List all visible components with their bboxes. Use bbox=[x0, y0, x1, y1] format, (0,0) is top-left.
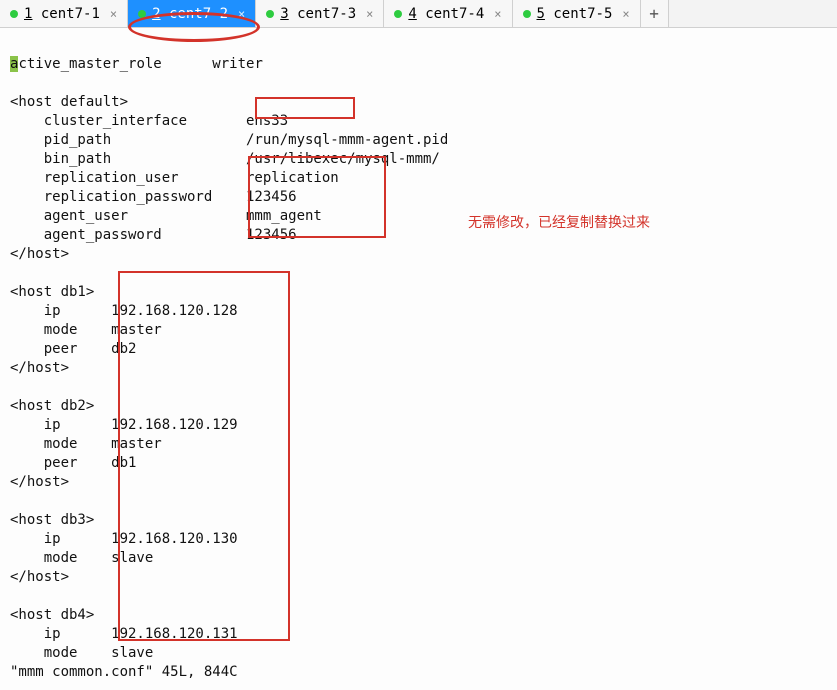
terminal-line: </host> bbox=[10, 474, 69, 490]
close-icon[interactable]: × bbox=[366, 7, 373, 21]
terminal-line: active_master_role writer bbox=[10, 56, 263, 72]
tab-number: 2 cent7-2 bbox=[152, 6, 228, 22]
terminal-line: mode slave bbox=[10, 550, 153, 566]
status-dot-icon bbox=[523, 10, 531, 18]
terminal-line: <host db1> bbox=[10, 284, 94, 300]
annotation-text: 无需修改，已经复制替换过来 bbox=[468, 212, 650, 232]
tab-number: 1 cent7-1 bbox=[24, 6, 100, 22]
terminal-line: peer db2 bbox=[10, 341, 136, 357]
terminal-line: replication_password 123456 bbox=[10, 189, 297, 205]
terminal-output[interactable]: active_master_role writer <host default>… bbox=[0, 28, 837, 690]
close-icon[interactable]: × bbox=[238, 7, 245, 21]
status-dot-icon bbox=[10, 10, 18, 18]
close-icon[interactable]: × bbox=[622, 7, 629, 21]
terminal-line: pid_path /run/mysql-mmm-agent.pid bbox=[10, 132, 448, 148]
terminal-line: <host db2> bbox=[10, 398, 94, 414]
terminal-line: bin_path /usr/libexec/mysql-mmm/ bbox=[10, 151, 440, 167]
tab-number: 3 cent7-3 bbox=[280, 6, 356, 22]
tab-cent7-2[interactable]: 2 cent7-2 × bbox=[128, 0, 256, 27]
tab-bar: 1 cent7-1 × 2 cent7-2 × 3 cent7-3 × 4 ce… bbox=[0, 0, 837, 28]
status-dot-icon bbox=[266, 10, 274, 18]
terminal-line: <host db3> bbox=[10, 512, 94, 528]
tab-cent7-4[interactable]: 4 cent7-4 × bbox=[384, 0, 512, 27]
status-dot-icon bbox=[394, 10, 402, 18]
terminal-line: ip 192.168.120.131 bbox=[10, 626, 238, 642]
terminal-line: </host> bbox=[10, 569, 69, 585]
close-icon[interactable]: × bbox=[110, 7, 117, 21]
tab-cent7-3[interactable]: 3 cent7-3 × bbox=[256, 0, 384, 27]
terminal-line: peer db1 bbox=[10, 455, 136, 471]
terminal-line: agent_password 123456 bbox=[10, 227, 297, 243]
status-line: "mmm common.conf" 45L, 844C bbox=[10, 664, 238, 680]
terminal-line: cluster_interface ens33 bbox=[10, 113, 288, 129]
tab-cent7-1[interactable]: 1 cent7-1 × bbox=[0, 0, 128, 27]
terminal-line: mode master bbox=[10, 322, 162, 338]
add-tab-button[interactable]: + bbox=[641, 0, 669, 27]
terminal-line: ip 192.168.120.130 bbox=[10, 531, 238, 547]
terminal-line: </host> bbox=[10, 246, 69, 262]
terminal-line: <host db4> bbox=[10, 607, 94, 623]
close-icon[interactable]: × bbox=[494, 7, 501, 21]
terminal-line: ip 192.168.120.129 bbox=[10, 417, 238, 433]
tab-cent7-5[interactable]: 5 cent7-5 × bbox=[513, 0, 641, 27]
terminal-line: mode slave bbox=[10, 645, 153, 661]
terminal-line: <host default> bbox=[10, 94, 128, 110]
terminal-line: </host> bbox=[10, 360, 69, 376]
status-dot-icon bbox=[138, 10, 146, 18]
terminal-line: agent_user mmm_agent bbox=[10, 208, 322, 224]
terminal-line: mode master bbox=[10, 436, 162, 452]
tab-number: 5 cent7-5 bbox=[537, 6, 613, 22]
terminal-line: replication_user replication bbox=[10, 170, 339, 186]
tab-number: 4 cent7-4 bbox=[408, 6, 484, 22]
terminal-line: ip 192.168.120.128 bbox=[10, 303, 238, 319]
